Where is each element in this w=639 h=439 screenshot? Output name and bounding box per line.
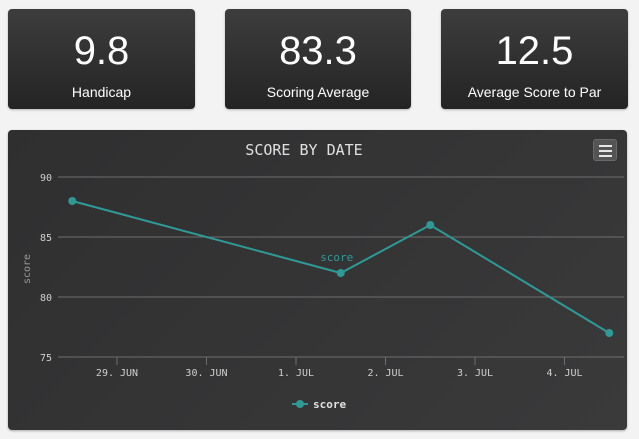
data-point — [426, 221, 435, 229]
legend[interactable]: score — [292, 398, 346, 411]
legend-swatch-marker — [296, 400, 304, 408]
average-score-to-par-card: 12.5 Average Score to Par — [441, 9, 628, 109]
average-score-to-par-value: 12.5 — [495, 29, 574, 73]
hamburger-icon-bar — [599, 150, 612, 152]
data-point — [336, 269, 345, 277]
x-tick-label: 1. JUL — [278, 368, 314, 379]
chart-title: SCORE BY DATE — [245, 141, 362, 159]
scoring-average-card: 83.3 Scoring Average — [225, 9, 411, 109]
y-tick-label: 90 — [40, 173, 52, 184]
chart-menu-button[interactable] — [593, 139, 617, 161]
series-annotation: score — [320, 251, 353, 264]
x-tick-label: 2. JUL — [367, 368, 403, 379]
data-point — [68, 197, 77, 205]
series-line — [71, 200, 610, 334]
scoring-average-label: Scoring Average — [266, 84, 370, 100]
legend-label: score — [313, 398, 346, 411]
data-point — [605, 329, 614, 337]
y-tick-label: 80 — [40, 293, 52, 304]
x-tick-label: 30. JUN — [185, 368, 227, 379]
average-score-to-par-label: Average Score to Par — [467, 84, 602, 100]
handicap-card: 9.8 Handicap — [8, 9, 195, 109]
scoring-average-value: 83.3 — [279, 29, 357, 73]
y-tick-label: 85 — [40, 233, 52, 244]
handicap-label: Handicap — [71, 84, 132, 100]
hamburger-icon-bar — [599, 145, 612, 147]
chart-canvas: SCORE BY DATE score 90 85 80 75 29. JUN 30. J… — [22, 141, 624, 411]
x-tick-label: 3. JUL — [457, 368, 493, 379]
handicap-value: 9.8 — [73, 29, 130, 73]
x-tick-label: 4. JUL — [546, 368, 582, 379]
y-axis-label: score — [22, 254, 33, 284]
hamburger-icon-bar — [599, 155, 612, 157]
score-by-date-chart: SCORE BY DATE score 90 85 80 75 29. JUN 30. J… — [8, 130, 627, 430]
y-tick-label: 75 — [40, 353, 52, 364]
x-tick-label: 29. JUN — [96, 368, 138, 379]
